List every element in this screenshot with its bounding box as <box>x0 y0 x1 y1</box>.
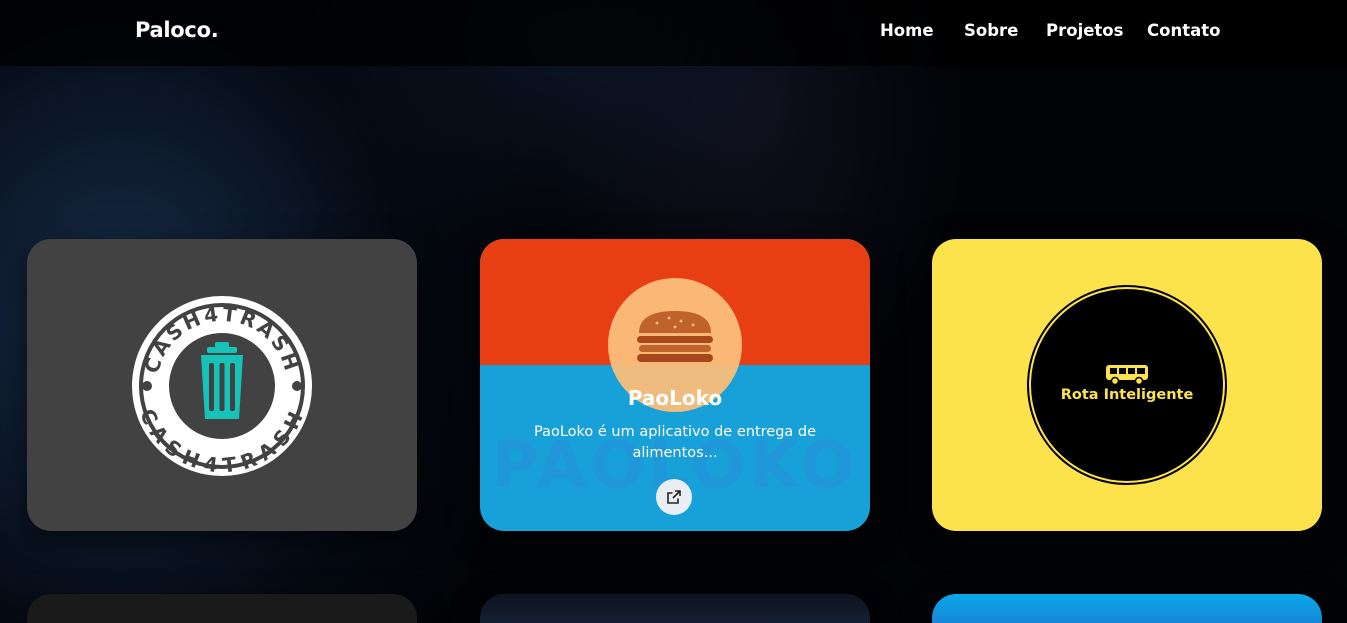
project-card-partial[interactable] <box>480 594 870 623</box>
nav-home-link[interactable]: Home <box>880 21 934 40</box>
paoloko-open-link-button[interactable] <box>656 479 692 515</box>
navbar: Paloco. Home Sobre Projetos Contato <box>0 0 1347 66</box>
nav-contato-link[interactable]: Contato <box>1147 21 1220 40</box>
project-card-partial[interactable] <box>27 594 417 623</box>
rota-inteligente-label: Rota Inteligente <box>1060 387 1194 403</box>
paoloko-description: PaoLoko é um aplicativo de entrega de al… <box>533 424 817 461</box>
external-link-icon <box>667 490 681 504</box>
project-card-rota-inteligente[interactable]: Rota Inteligente <box>932 239 1322 531</box>
burger-icon <box>637 311 713 362</box>
nav-sobre-link[interactable]: Sobre <box>964 21 1018 40</box>
project-card-paoloko[interactable]: PAOLOKO PaoLoko PaoLoko é um aplicativo … <box>480 239 870 531</box>
nav-menu: Home Sobre Projetos Contato <box>0 21 1347 45</box>
cash4trash-logo: CASH4TRASH CASH4TRASH <box>132 296 312 478</box>
project-card-cash4trash[interactable]: CASH4TRASH CASH4TRASH <box>27 239 417 531</box>
nav-projetos-link[interactable]: Projetos <box>1046 21 1123 40</box>
paoloko-title: PaoLoko <box>627 386 723 410</box>
bus-icon <box>1106 365 1148 386</box>
project-card-partial[interactable] <box>932 594 1322 623</box>
